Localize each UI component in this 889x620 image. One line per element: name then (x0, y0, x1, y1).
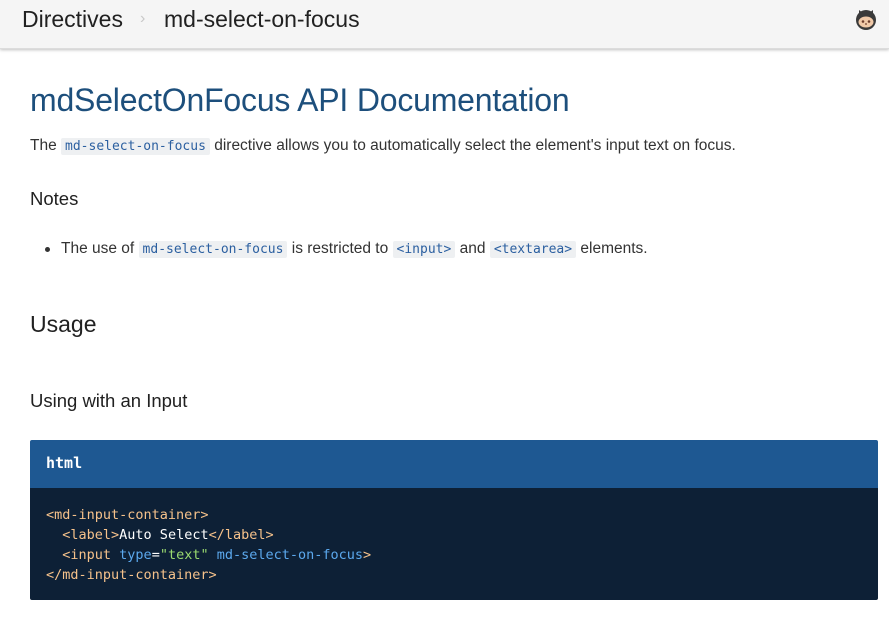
code-line: <label>Auto Select</label> (62, 527, 274, 543)
code-language-label: html (46, 454, 83, 472)
note-text-3: and (455, 240, 490, 257)
code-block-header: html (30, 440, 878, 488)
note-text-2: is restricted to (287, 240, 393, 257)
code-block-body[interactable]: <md-input-container> <label>Auto Select<… (30, 488, 878, 600)
note-text-4: elements. (576, 240, 648, 257)
code-line: </md-input-container> (46, 567, 217, 583)
usage-heading: Usage (30, 311, 97, 337)
code-listing: <md-input-container> <label>Auto Select<… (46, 505, 371, 585)
code-line: <md-input-container> (46, 507, 209, 523)
intro-prefix: The (30, 137, 62, 154)
inline-code-textarea: <textarea> (489, 241, 577, 258)
list-item: The use of md-select-on-focus is restric… (44, 240, 648, 258)
code-line: <input type="text" md-select-on-focus> (62, 547, 372, 563)
page-title: mdSelectOnFocus API Documentation (30, 82, 570, 118)
inline-code-directive: md-select-on-focus (138, 241, 288, 258)
code-block: html <md-input-container> <label>Auto Se… (30, 440, 878, 600)
bullet-icon (45, 247, 50, 252)
notes-list: The use of md-select-on-focus is restric… (44, 240, 648, 258)
intro-suffix: directive allows you to automatically se… (209, 137, 736, 154)
note-text-1: The use of (61, 240, 139, 257)
main-content: mdSelectOnFocus API Documentation The md… (30, 48, 878, 620)
inline-code-directive: md-select-on-focus (61, 138, 210, 155)
notes-heading: Notes (30, 188, 79, 209)
usage-subheading: Using with an Input (30, 390, 188, 411)
github-octocat-icon[interactable] (854, 7, 878, 31)
breadcrumb-separator: › (140, 10, 146, 27)
top-toolbar: Directives › md-select-on-focus (0, 0, 889, 49)
intro-paragraph: The md-select-on-focus directive allows … (30, 137, 736, 155)
inline-code-input: <input> (392, 241, 456, 258)
breadcrumb-current-page: md-select-on-focus (164, 6, 360, 32)
breadcrumb-root[interactable]: Directives (22, 6, 123, 33)
